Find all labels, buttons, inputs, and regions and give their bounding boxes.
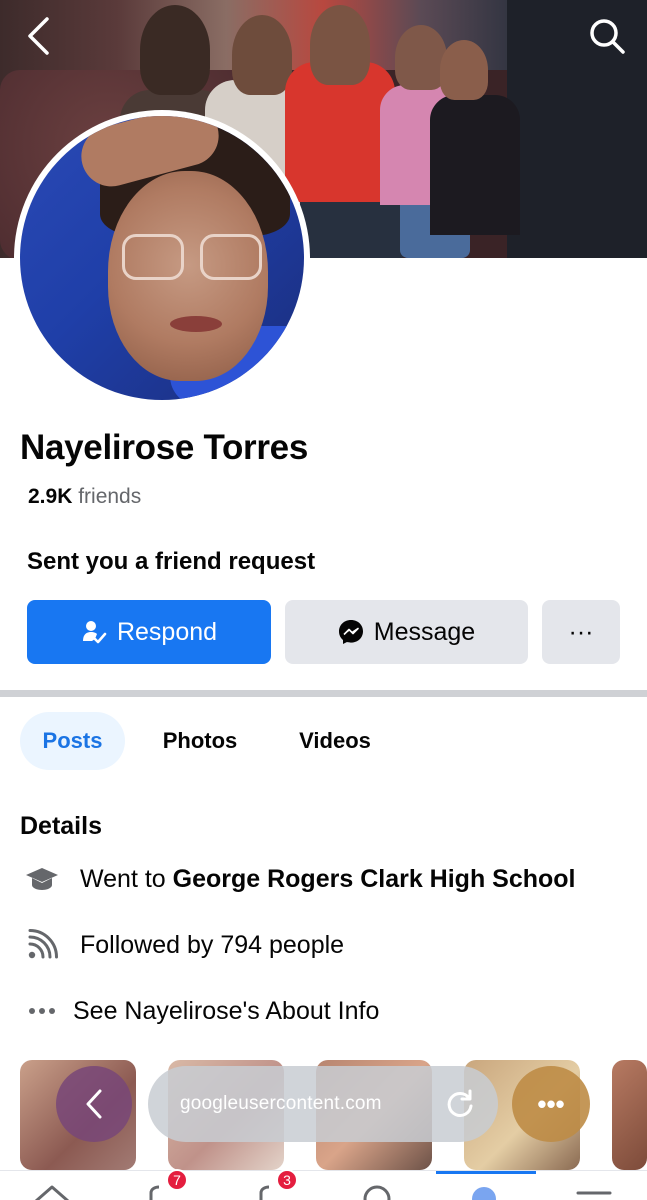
education-prefix: Went to xyxy=(80,864,173,893)
bottom-nav: 7 3 xyxy=(0,1169,647,1200)
cover-figure xyxy=(430,95,520,235)
details-title: Details xyxy=(20,812,102,840)
message-button[interactable]: Message xyxy=(285,600,528,664)
chevron-left-icon xyxy=(28,17,49,55)
detail-about-link[interactable]: See Nayelirose's About Info xyxy=(20,994,379,1028)
messenger-icon xyxy=(338,620,363,644)
home-icon xyxy=(35,1185,69,1200)
browser-url-bar[interactable]: googleusercontent.com xyxy=(148,1066,498,1142)
cover-figure xyxy=(310,5,370,85)
profile-icon xyxy=(472,1187,496,1200)
school-link[interactable]: George Rogers Clark High School xyxy=(173,865,576,894)
nav-home[interactable] xyxy=(30,1179,74,1200)
nav-messages[interactable]: 3 xyxy=(250,1169,298,1200)
avatar-glasses xyxy=(122,234,184,280)
message-label: Message xyxy=(373,617,476,646)
reload-icon[interactable] xyxy=(444,1088,476,1120)
add-friend-icon xyxy=(82,621,107,644)
profile-name: Nayelirose Torres xyxy=(20,428,309,467)
more-options-button[interactable]: ··· xyxy=(542,600,620,664)
browser-more-button[interactable]: ••• xyxy=(512,1066,590,1142)
menu-icon xyxy=(576,1191,612,1195)
rss-icon xyxy=(20,928,64,962)
avatar-photo xyxy=(20,116,304,400)
cover-figure xyxy=(232,15,292,95)
friends-number: 2.9K xyxy=(28,485,73,508)
photo-thumbnail[interactable] xyxy=(612,1060,647,1170)
graduation-cap-icon xyxy=(20,862,64,896)
friends-count[interactable]: 2.9K friends xyxy=(28,485,141,509)
cover-figure xyxy=(140,5,210,95)
more-dots-icon: ••• xyxy=(537,1088,565,1119)
browser-back-button[interactable] xyxy=(56,1066,132,1142)
avatar-glasses xyxy=(200,234,262,280)
search-button[interactable] xyxy=(587,16,627,56)
detail-education: Went to George Rogers Clark High School xyxy=(20,862,576,896)
nav-friends[interactable]: 7 xyxy=(140,1169,188,1200)
tab-videos[interactable]: Videos xyxy=(275,712,395,770)
tab-photos[interactable]: Photos xyxy=(140,712,260,770)
followers-text: Followed by 794 people xyxy=(80,930,345,959)
notification-badge: 3 xyxy=(276,1169,298,1191)
respond-label: Respond xyxy=(116,617,218,646)
watch-icon xyxy=(363,1185,391,1200)
more-dots-icon: ··· xyxy=(568,617,594,646)
friends-label: friends xyxy=(78,485,142,508)
nav-watch[interactable] xyxy=(355,1179,399,1200)
nav-profile[interactable] xyxy=(462,1179,506,1200)
notification-badge: 7 xyxy=(166,1169,188,1191)
friend-request-text: Sent you a friend request xyxy=(27,548,316,575)
active-tab-indicator xyxy=(436,1171,536,1174)
more-dots-icon xyxy=(20,994,64,1028)
detail-followers: Followed by 794 people xyxy=(20,928,344,962)
profile-avatar[interactable] xyxy=(14,110,310,406)
avatar-lips xyxy=(170,316,222,332)
tab-posts[interactable]: Posts xyxy=(20,712,125,770)
section-divider xyxy=(0,690,647,697)
cover-figure xyxy=(440,40,488,100)
url-text: googleusercontent.com xyxy=(180,1093,382,1114)
respond-button[interactable]: Respond xyxy=(27,600,271,664)
search-icon xyxy=(590,19,625,54)
nav-menu[interactable] xyxy=(572,1179,616,1200)
back-button[interactable] xyxy=(18,16,58,56)
about-info-text: See Nayelirose's About Info xyxy=(73,996,380,1025)
chevron-left-icon xyxy=(86,1089,102,1119)
